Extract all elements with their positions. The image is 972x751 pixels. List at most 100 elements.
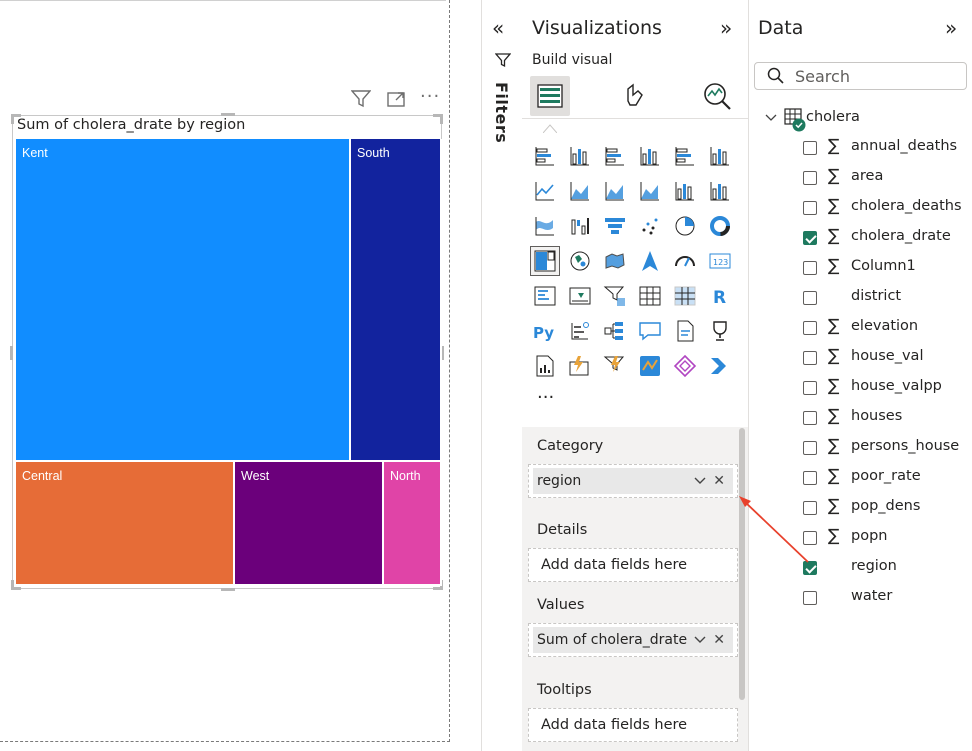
category-field-pill[interactable]: region ✕ <box>533 468 733 494</box>
resize-handle[interactable] <box>11 580 14 590</box>
chevron-down-icon[interactable] <box>764 110 778 129</box>
stacked-bar-icon[interactable] <box>530 141 560 171</box>
values-field-pill[interactable]: Sum of cholera_drate ✕ <box>533 627 733 653</box>
field-row-Column1[interactable]: ∑ Column1 <box>803 253 968 283</box>
field-checkbox[interactable] <box>803 261 817 275</box>
chevron-down-icon[interactable] <box>693 627 707 663</box>
r-visual-icon[interactable]: R <box>705 281 735 311</box>
clustered-column-icon[interactable] <box>635 141 665 171</box>
funnel-icon[interactable] <box>600 211 630 241</box>
field-row-house_val[interactable]: ∑ house_val <box>803 343 968 373</box>
field-row-poor_rate[interactable]: ∑ poor_rate <box>803 463 968 493</box>
filters-label[interactable]: Filters <box>492 82 511 143</box>
100-column-icon[interactable] <box>705 141 735 171</box>
decomposition-tree-icon[interactable] <box>600 316 630 346</box>
more-options-icon[interactable]: ··· <box>420 86 440 107</box>
chevron-visual-icon[interactable] <box>705 351 735 381</box>
field-checkbox[interactable] <box>803 471 817 485</box>
field-row-cholera_drate[interactable]: ∑ cholera_drate <box>803 223 968 253</box>
multirow-card-icon[interactable] <box>530 281 560 311</box>
treemap-tile-north[interactable]: North <box>384 462 442 586</box>
field-row-region[interactable]: region <box>803 553 968 583</box>
field-checkbox[interactable] <box>803 441 817 455</box>
clustered-bar-icon[interactable] <box>600 141 630 171</box>
field-row-cholera_deaths[interactable]: ∑ cholera_deaths <box>803 193 968 223</box>
field-checkbox[interactable] <box>803 231 817 245</box>
field-checkbox[interactable] <box>803 381 817 395</box>
build-visual-tab[interactable] <box>530 76 570 116</box>
narrative-icon[interactable] <box>670 316 700 346</box>
table-name[interactable]: cholera <box>806 109 860 125</box>
line-column-icon[interactable] <box>670 176 700 206</box>
paginated-report-icon[interactable] <box>530 351 560 381</box>
category-well[interactable]: region ✕ <box>528 464 738 498</box>
ribbon-chart-icon[interactable] <box>530 211 560 241</box>
treemap-tile-west[interactable]: West <box>235 462 384 586</box>
stacked-area-icon[interactable] <box>600 176 630 206</box>
key-influencers-icon[interactable] <box>565 316 595 346</box>
field-row-persons_house[interactable]: ∑ persons_house <box>803 433 968 463</box>
treemap-tile-kent[interactable]: Kent <box>16 139 351 462</box>
waterfall-icon[interactable] <box>565 211 595 241</box>
field-checkbox[interactable] <box>803 201 817 215</box>
kpi-icon[interactable] <box>565 281 595 311</box>
treemap-icon[interactable] <box>530 246 560 276</box>
resize-handle[interactable] <box>11 114 14 124</box>
scatter-icon[interactable] <box>635 211 665 241</box>
values-well[interactable]: Sum of cholera_drate ✕ <box>528 623 738 657</box>
filter-icon[interactable] <box>350 90 372 112</box>
field-row-water[interactable]: water <box>803 583 968 613</box>
power-automate-icon[interactable] <box>600 351 630 381</box>
field-row-annual_deaths[interactable]: ∑ annual_deaths <box>803 133 968 163</box>
slicer-icon[interactable] <box>600 281 630 311</box>
chevron-down-icon[interactable] <box>693 468 707 504</box>
field-row-pop_dens[interactable]: ∑ pop_dens <box>803 493 968 523</box>
filled-map-icon[interactable] <box>600 246 630 276</box>
field-row-house_valpp[interactable]: ∑ house_valpp <box>803 373 968 403</box>
search-input[interactable] <box>754 62 967 90</box>
python-visual-icon[interactable]: Py <box>530 316 560 346</box>
diamond-visual-icon[interactable] <box>670 351 700 381</box>
remove-field-icon[interactable]: ✕ <box>713 468 725 494</box>
power-apps-icon[interactable] <box>565 351 595 381</box>
collapse-visualizations-icon[interactable]: » <box>720 16 732 40</box>
matrix-icon[interactable] <box>670 281 700 311</box>
ribbon-area-icon[interactable] <box>635 176 665 206</box>
resize-handle[interactable] <box>440 114 443 124</box>
card-icon[interactable]: 123 <box>705 246 735 276</box>
field-row-area[interactable]: ∑ area <box>803 163 968 193</box>
field-checkbox[interactable] <box>803 321 817 335</box>
map-icon[interactable] <box>565 246 595 276</box>
stacked-column-icon[interactable] <box>565 141 595 171</box>
resize-handle[interactable] <box>10 346 13 360</box>
tooltips-well[interactable]: Add data fields here <box>528 708 738 742</box>
collapse-data-icon[interactable]: » <box>945 16 957 40</box>
field-row-elevation[interactable]: ∑ elevation <box>803 313 968 343</box>
treemap-tile-south[interactable]: South <box>351 139 442 462</box>
table-icon[interactable] <box>635 281 665 311</box>
azure-map-icon[interactable] <box>635 246 665 276</box>
expand-filters-icon[interactable]: « <box>492 16 504 40</box>
treemap-tile-central[interactable]: Central <box>16 462 235 586</box>
field-checkbox[interactable] <box>803 351 817 365</box>
pie-chart-icon[interactable] <box>670 211 700 241</box>
remove-field-icon[interactable]: ✕ <box>713 627 725 653</box>
area-chart-icon[interactable] <box>565 176 595 206</box>
line-chart-icon[interactable] <box>530 176 560 206</box>
field-row-popn[interactable]: ∑ popn <box>803 523 968 553</box>
arcgis-icon[interactable] <box>635 351 665 381</box>
analytics-tab[interactable] <box>697 76 737 116</box>
format-visual-tab[interactable] <box>615 76 655 116</box>
goals-icon[interactable] <box>705 316 735 346</box>
more-visuals-icon[interactable]: ··· <box>537 387 554 408</box>
field-checkbox[interactable] <box>803 171 817 185</box>
focus-mode-icon[interactable] <box>386 90 406 112</box>
100-bar-icon[interactable] <box>670 141 700 171</box>
line-stacked-column-icon[interactable] <box>705 176 735 206</box>
gauge-icon[interactable] <box>670 246 700 276</box>
details-well[interactable]: Add data fields here <box>528 548 738 582</box>
field-checkbox[interactable] <box>803 291 817 305</box>
field-row-houses[interactable]: ∑ houses <box>803 403 968 433</box>
field-checkbox[interactable] <box>803 411 817 425</box>
field-row-district[interactable]: district <box>803 283 968 313</box>
